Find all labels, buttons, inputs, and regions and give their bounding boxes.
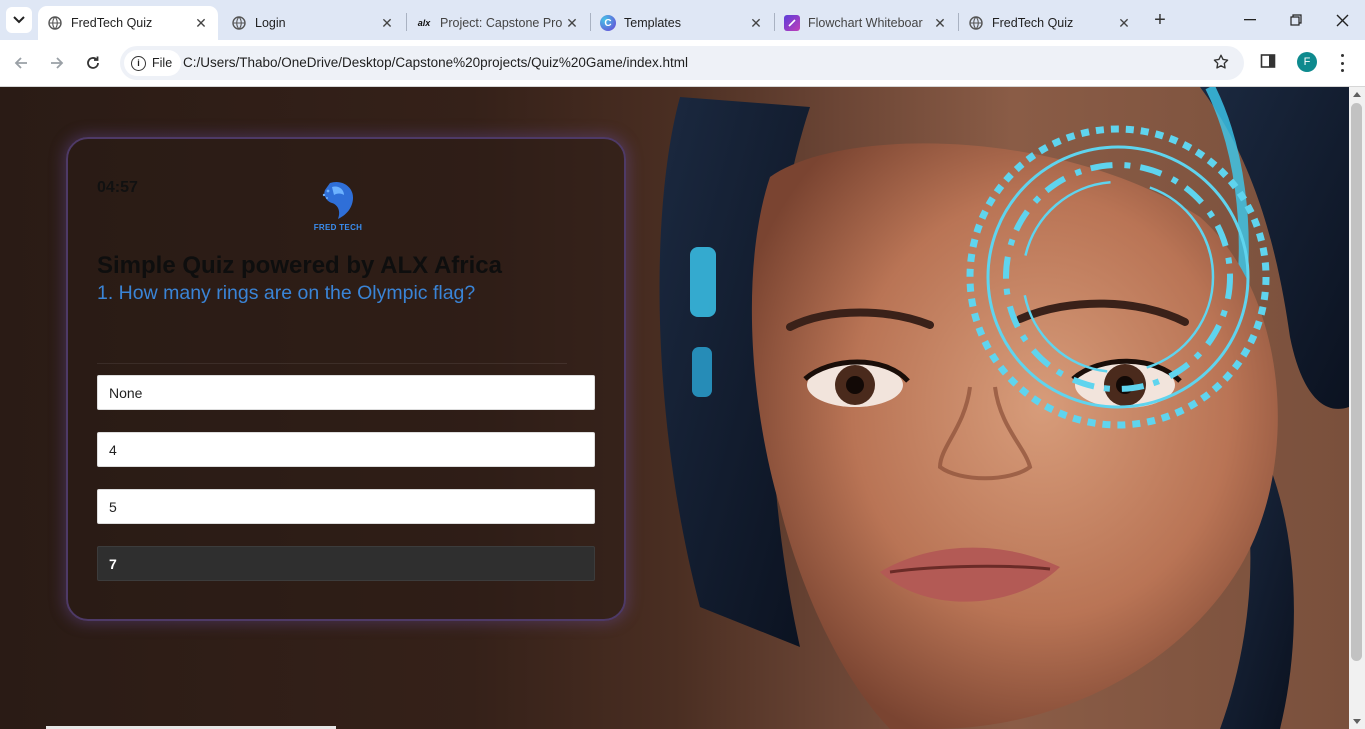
tab-capstone-project[interactable]: alx Project: Capstone Pro ✕ [407,6,589,40]
tab-title: Templates [624,16,681,30]
fredtech-logo: FRED TECH [308,179,368,235]
countdown-timer: 04:57 [97,179,138,196]
side-panel-icon[interactable] [1260,53,1276,74]
close-tab-icon[interactable]: ✕ [1115,14,1133,32]
minimize-button[interactable] [1227,0,1273,40]
close-tab-icon[interactable]: ✕ [931,14,949,32]
forward-button[interactable] [44,50,70,76]
tab-fredtech-quiz[interactable]: FredTech Quiz ✕ [959,6,1141,40]
url-text[interactable]: C:/Users/Thabo/OneDrive/Desktop/Capstone… [183,55,688,70]
profile-avatar[interactable]: F [1297,52,1317,72]
scroll-up-arrow-icon[interactable] [1353,92,1361,97]
tab-bar: FredTech Quiz ✕ Login ✕ alx Project: Cap… [0,0,1365,40]
arrow-right-icon [51,57,64,69]
tab-fredtech-quiz-active[interactable]: FredTech Quiz ✕ [38,6,218,40]
scheme-label: File [152,56,173,70]
arrow-left-icon [14,57,27,69]
chevron-down-icon [13,16,25,24]
tab-title: Flowchart Whiteboar [808,16,923,30]
tab-search-button[interactable] [6,7,32,33]
address-bar[interactable]: i File C:/Users/Thabo/OneDrive/Desktop/C… [120,46,1244,80]
browser-toolbar: i File C:/Users/Thabo/OneDrive/Desktop/C… [0,40,1365,87]
alx-icon: alx [417,18,431,28]
minimize-icon [1244,19,1256,21]
quiz-card: 04:57 FRED TECH Simple Quiz powered by A… [66,137,626,621]
tab-flowchart-whiteboard[interactable]: Flowchart Whiteboar ✕ [775,6,957,40]
tab-title: FredTech Quiz [992,16,1074,30]
tab-title: Login [255,16,286,30]
answer-option[interactable]: 5 [97,489,595,524]
canva-icon: C [600,15,616,31]
reload-button[interactable] [80,50,106,76]
reload-icon [87,56,99,69]
bookmark-star-icon[interactable] [1212,53,1230,76]
logo-text: FRED TECH [313,223,363,232]
new-tab-button[interactable]: + [1148,8,1172,32]
whiteboard-icon [784,15,800,31]
tab-title: Project: Capstone Pro [440,16,563,30]
quiz-title: Simple Quiz powered by ALX Africa [97,252,502,279]
hero-robot-woman-image [659,87,1349,729]
close-window-button[interactable] [1319,0,1365,40]
tab-login[interactable]: Login ✕ [222,6,404,40]
close-tab-icon[interactable]: ✕ [563,14,581,32]
restore-icon [1290,14,1302,26]
globe-icon [47,15,63,31]
globe-icon [231,15,247,31]
site-info-chip[interactable]: i File [124,50,182,76]
scroll-down-arrow-icon[interactable] [1353,719,1361,724]
browser-menu-button[interactable] [1334,52,1350,74]
page-viewport: 04:57 FRED TECH Simple Quiz powered by A… [0,87,1349,729]
divider [97,363,567,364]
info-icon: i [131,55,146,71]
close-tab-icon[interactable]: ✕ [378,14,396,32]
answer-option-selected[interactable]: 7 [97,546,595,581]
close-tab-icon[interactable]: ✕ [747,14,765,32]
scrollbar-thumb[interactable] [1351,103,1362,661]
back-button[interactable] [8,50,34,76]
restore-button[interactable] [1273,0,1319,40]
tab-title: FredTech Quiz [71,16,153,30]
question-text: 1. How many rings are on the Olympic fla… [97,282,476,304]
close-tab-icon[interactable]: ✕ [192,14,210,32]
close-icon [1336,14,1348,26]
lion-logo-icon [322,181,354,219]
answer-option[interactable]: 4 [97,432,595,467]
globe-icon [968,15,984,31]
tab-templates[interactable]: C Templates ✕ [591,6,773,40]
answer-option[interactable]: None [97,375,595,410]
vertical-scrollbar[interactable] [1349,87,1365,729]
